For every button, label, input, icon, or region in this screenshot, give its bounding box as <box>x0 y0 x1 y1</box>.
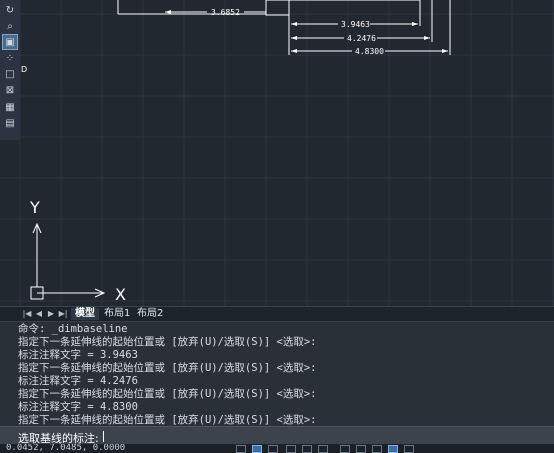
osnap-toggle-icon[interactable] <box>302 445 312 453</box>
ortho-toggle-icon[interactable] <box>268 445 278 453</box>
layout-tab-bar: |◀ ◀ ▶ ▶| 模型 布局1 布局2 <box>0 306 554 321</box>
command-history-line: 指定下一条延伸线的起始位置或 [放弃(U)/选取(S)] <选取>: <box>18 362 317 374</box>
drawing-geometry <box>117 0 451 55</box>
command-history: 命令: _dimbaseline 指定下一条延伸线的起始位置或 [放弃(U)/选… <box>0 321 554 427</box>
command-history-line: 标注注释文字 = 4.2476 <box>18 375 138 387</box>
tab-layout2[interactable]: 布局2 <box>133 308 167 320</box>
view-toolbar: ↻ ⌕ ▣ ⁘ □ ⊠ ▦ ▤ <box>0 0 20 140</box>
viewport-icon[interactable]: ▣ <box>2 34 18 50</box>
arrow-1l <box>165 10 171 14</box>
selection-cycle-icon[interactable] <box>372 445 382 453</box>
command-history-line: 命令: _dimbaseline <box>18 323 128 335</box>
tab-layout1[interactable]: 布局1 <box>100 308 134 320</box>
ucs-x-label: X <box>115 285 126 304</box>
otrack-toggle-icon[interactable] <box>318 445 328 453</box>
grid-icon[interactable]: ▦ <box>3 100 17 114</box>
command-history-line: 标注注释文字 = 3.9463 <box>18 349 138 361</box>
command-history-line: 指定下一条延伸线的起始位置或 [放弃(U)/选取(S)] <选取>: <box>18 388 317 400</box>
arrow-3r <box>424 36 430 40</box>
dimension-text: 4.8300 <box>355 47 384 56</box>
snap-toggle-icon[interactable] <box>252 445 262 453</box>
arrow-3l <box>291 36 297 40</box>
coordinate-readout: 0.0452, 7.0485, 0.0000 <box>6 444 126 453</box>
command-history-line: 指定下一条延伸线的起始位置或 [放弃(U)/选取(S)] <选取>: <box>18 336 317 348</box>
text-cursor <box>103 431 104 442</box>
workspace-icon[interactable] <box>404 445 414 453</box>
arrow-4l <box>291 49 297 53</box>
dimension-text: 3.9463 <box>341 20 370 29</box>
ucs-icon <box>30 222 106 300</box>
polar-toggle-icon[interactable] <box>286 445 296 453</box>
lineweight-toggle-icon[interactable] <box>340 445 350 453</box>
region-icon[interactable]: ⊠ <box>3 83 17 97</box>
ucs-y-label: Y <box>29 198 40 217</box>
annotation-toggle-icon[interactable] <box>388 445 398 453</box>
part-rectangle <box>265 0 290 16</box>
prev-tab-icon[interactable]: ◀ <box>34 308 44 320</box>
rectangle-icon[interactable]: □ <box>3 67 17 81</box>
drawing-canvas[interactable]: 3.6852 3.9463 4.2476 4.8300 D Y X ↻ ⌕ ▣ … <box>0 0 554 306</box>
last-tab-icon[interactable]: ▶| <box>58 308 68 320</box>
status-bar: 0.0452, 7.0485, 0.0000 <box>0 444 554 453</box>
sheet-icon[interactable]: ▤ <box>3 116 17 130</box>
zoom-window-icon[interactable]: ⌕ <box>3 19 17 33</box>
transparency-toggle-icon[interactable] <box>356 445 366 453</box>
dimension-text: 4.2476 <box>347 34 376 43</box>
command-line[interactable]: 选取基线的标注: <box>0 426 554 445</box>
arrow-4r <box>442 49 448 53</box>
drawing-svg[interactable]: 3.6852 3.9463 4.2476 4.8300 D Y X <box>0 0 554 306</box>
arrow-2r <box>412 22 418 26</box>
first-tab-icon[interactable]: |◀ <box>22 308 32 320</box>
cursor-mark: D <box>21 65 27 74</box>
tab-model[interactable]: 模型 <box>71 308 99 320</box>
arrow-2l <box>291 22 297 26</box>
grid-toggle-icon[interactable] <box>236 445 246 453</box>
snap-icon[interactable]: ⁘ <box>3 51 17 65</box>
command-history-line: 标注注释文字 = 4.8300 <box>18 401 138 413</box>
orbit-icon[interactable]: ↻ <box>3 3 17 17</box>
dimension-text: 3.6852 <box>211 8 240 17</box>
grid-lines <box>0 0 554 306</box>
next-tab-icon[interactable]: ▶ <box>46 308 56 320</box>
